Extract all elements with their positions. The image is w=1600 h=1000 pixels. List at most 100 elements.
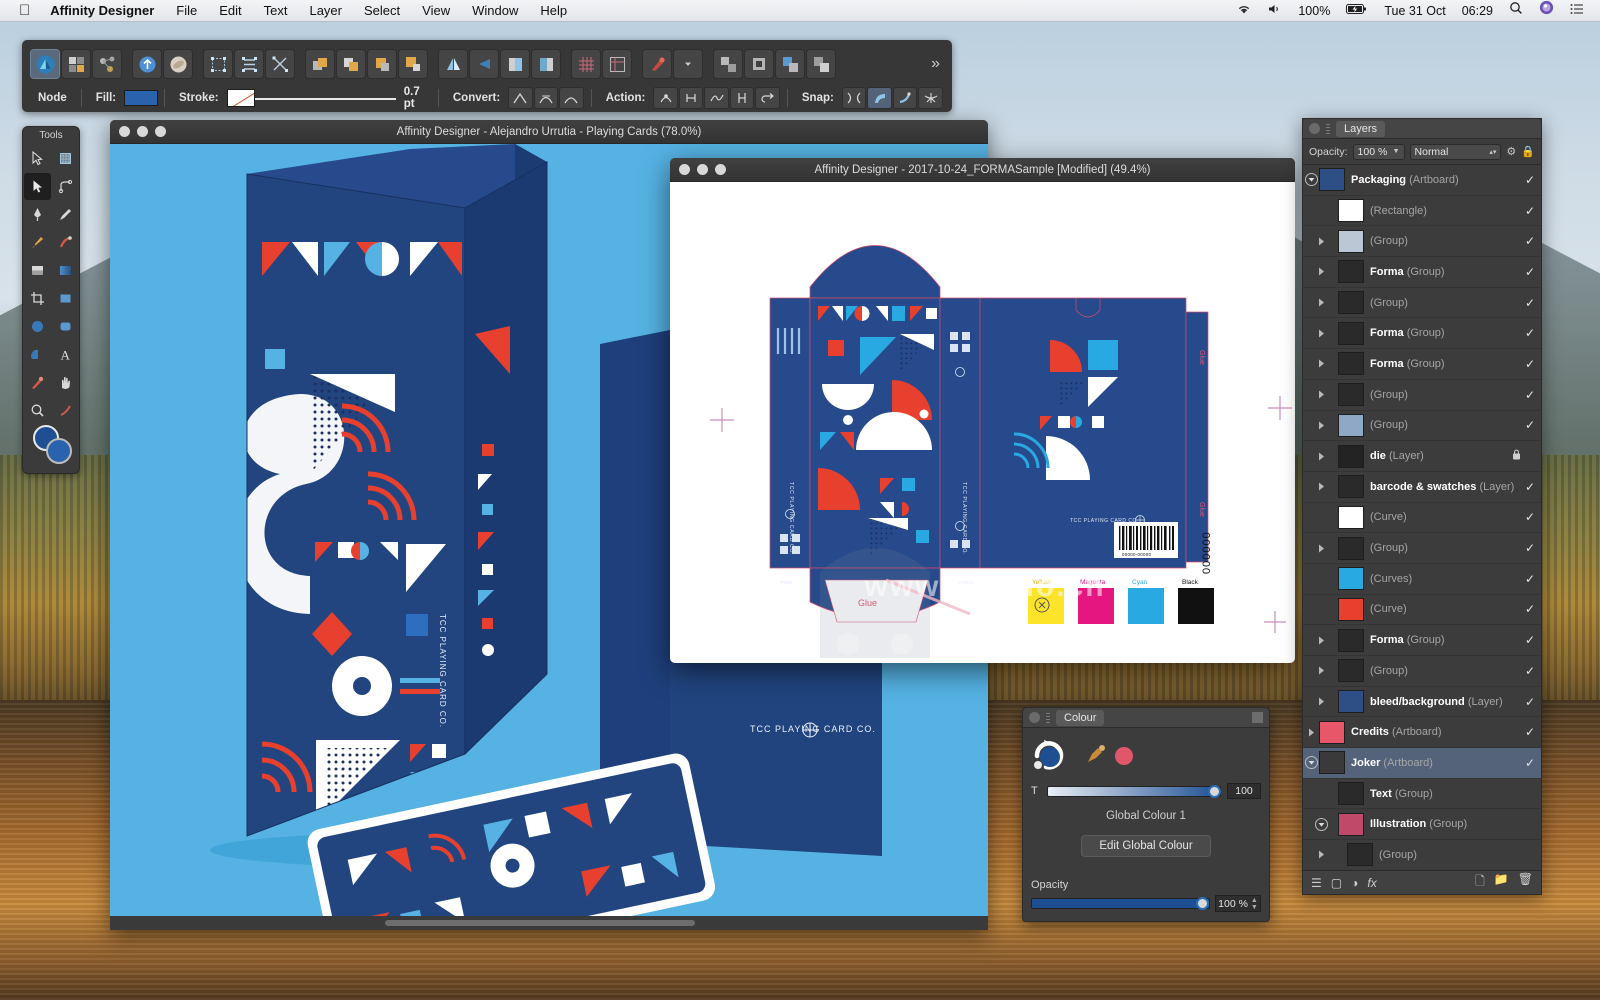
document-setup-icon[interactable]	[265, 49, 295, 79]
layer-visibility-checkbox[interactable]: ✓	[1523, 541, 1537, 555]
brush-tool-icon[interactable]	[24, 229, 51, 256]
action-smooth-curve-icon[interactable]	[704, 87, 729, 109]
opacity-value[interactable]: 100 % ▲ ▼	[1215, 895, 1261, 912]
pixel-persona-icon[interactable]	[61, 49, 91, 79]
layer-effects-icon[interactable]: ☰	[1311, 876, 1322, 890]
zoom-button[interactable]	[715, 164, 726, 175]
mask-icon[interactable]	[775, 49, 805, 79]
menu-window[interactable]: Window	[461, 0, 529, 22]
layers-lock-icon[interactable]: 🔒	[1521, 145, 1535, 158]
boolean-subtract-icon[interactable]	[531, 49, 561, 79]
minimize-button[interactable]	[697, 164, 708, 175]
layer-row[interactable]: Illustration (Group)	[1303, 809, 1541, 841]
doc1-scroll-thumb[interactable]	[385, 920, 695, 926]
tint-slider-knob[interactable]	[1208, 784, 1221, 798]
layer-visibility-checkbox[interactable]: ✓	[1523, 265, 1537, 279]
menu-edit[interactable]: Edit	[208, 0, 252, 22]
app-toolbar[interactable]: » Node Fill: Stroke: 0.7 pt Convert: Act…	[22, 40, 952, 112]
eyedropper-icon[interactable]	[1085, 743, 1107, 768]
menu-layer[interactable]: Layer	[298, 0, 353, 22]
action-close-curve-icon[interactable]	[729, 87, 755, 109]
chevron-right-icon[interactable]	[1313, 696, 1329, 707]
pencil-tool-icon[interactable]	[52, 201, 79, 228]
layer-row[interactable]: (Group) ✓	[1303, 533, 1541, 564]
chevron-right-icon[interactable]	[1313, 635, 1329, 646]
shape-tool-icon[interactable]	[24, 341, 51, 368]
layer-visibility-checkbox[interactable]: ✓	[1523, 388, 1537, 402]
minimize-button[interactable]	[137, 126, 148, 137]
chevron-right-icon[interactable]	[1313, 665, 1329, 676]
chevron-right-icon[interactable]	[1313, 451, 1329, 462]
chevron-down-icon[interactable]	[1313, 817, 1329, 831]
blend-mode-combo[interactable]: Normal ▴▾	[1409, 143, 1502, 160]
layer-row[interactable]: Forma (Group) ✓	[1303, 349, 1541, 380]
layers-panel[interactable]: Layers Opacity: 100 % ▼ Normal ▴▾ ⚙ 🔒 Pa…	[1302, 118, 1542, 895]
layer-visibility-checkbox[interactable]: ✓	[1523, 602, 1537, 616]
colour-panel-header[interactable]: Colour	[1023, 708, 1269, 728]
view-tool-icon[interactable]	[52, 369, 79, 396]
tint-value[interactable]: 100	[1227, 783, 1261, 799]
arrange-backward-icon[interactable]	[367, 49, 397, 79]
stroke-width-slider[interactable]	[254, 93, 396, 103]
chevron-right-icon[interactable]	[1313, 266, 1329, 277]
layer-row[interactable]: barcode & swatches (Layer) ✓	[1303, 472, 1541, 503]
action-reverse-curve-icon[interactable]	[755, 87, 780, 109]
new-document-icon[interactable]	[132, 49, 162, 79]
new-group-icon[interactable]: 📁	[1494, 872, 1509, 893]
layer-visibility-checkbox[interactable]: ✓	[1523, 725, 1537, 739]
open-document-icon[interactable]	[163, 49, 193, 79]
doc2-window-controls[interactable]	[670, 164, 726, 175]
panel-grip-icon[interactable]	[1046, 712, 1050, 723]
chevron-right-icon[interactable]	[1313, 481, 1329, 492]
align-icon[interactable]	[234, 49, 264, 79]
arrange-front-icon[interactable]	[305, 49, 335, 79]
artboard-tool-icon[interactable]	[52, 145, 79, 172]
flip-vertical-icon[interactable]	[469, 49, 499, 79]
crop-tool-icon[interactable]	[24, 285, 51, 312]
rounded-rectangle-tool-icon[interactable]	[52, 313, 79, 340]
stepper-icon[interactable]: ▴▾	[1489, 148, 1496, 156]
chevron-right-icon[interactable]	[1313, 236, 1329, 247]
chevron-right-icon[interactable]	[1313, 328, 1329, 339]
panel-close-icon[interactable]	[1029, 712, 1040, 723]
layer-visibility-checkbox[interactable]: ✓	[1523, 357, 1537, 371]
ungroup-icon[interactable]	[744, 49, 774, 79]
doc2-canvas[interactable]: TCC PLAYING CARD CO. TCC PLAYING CARD CO…	[670, 182, 1295, 663]
transform-icon[interactable]	[203, 49, 233, 79]
colour-picker-dropdown-icon[interactable]	[673, 49, 703, 79]
layer-visibility-checkbox[interactable]: ✓	[1523, 204, 1537, 218]
layer-row[interactable]: (Curves) ✓	[1303, 564, 1541, 595]
search-icon[interactable]	[1501, 0, 1531, 22]
zoom-tool-icon[interactable]	[24, 397, 51, 424]
opacity-slider[interactable]	[1031, 897, 1210, 910]
chevron-right-icon[interactable]	[1313, 297, 1329, 308]
doc2-titlebar[interactable]: Affinity Designer - 2017-10-24_FORMASamp…	[670, 158, 1295, 182]
layer-row[interactable]: Packaging (Artboard) ✓	[1303, 165, 1541, 196]
colour-panel-tab[interactable]: Colour	[1056, 709, 1105, 726]
layer-visibility-checkbox[interactable]: ✓	[1523, 695, 1537, 709]
menu-help[interactable]: Help	[529, 0, 578, 22]
layer-row[interactable]: (Group) ✓	[1303, 226, 1541, 258]
stroke-width-value[interactable]: 0.7 pt	[396, 86, 432, 110]
chevron-right-icon[interactable]	[1303, 727, 1319, 738]
edit-global-colour-button[interactable]: Edit Global Colour	[1081, 835, 1211, 857]
layer-visibility-checkbox[interactable]: ✓	[1523, 418, 1537, 432]
close-button[interactable]	[679, 164, 690, 175]
menu-view[interactable]: View	[411, 0, 461, 22]
chevron-right-icon[interactable]	[1313, 543, 1329, 554]
ellipse-tool-icon[interactable]	[24, 313, 51, 340]
layer-row[interactable]: (Curve) ✓	[1303, 503, 1541, 534]
colour-well[interactable]	[33, 425, 73, 465]
layer-row[interactable]: die (Layer)	[1303, 441, 1541, 472]
layer-visibility-checkbox[interactable]: ✓	[1523, 756, 1537, 770]
stroke-swatch[interactable]	[226, 89, 255, 107]
layer-row[interactable]: Forma (Group) ✓	[1303, 257, 1541, 288]
document-window-formasample[interactable]: Affinity Designer - 2017-10-24_FORMASamp…	[670, 158, 1295, 663]
doc1-window-controls[interactable]	[110, 126, 166, 137]
export-persona-icon[interactable]	[92, 49, 122, 79]
rectangle-tool-icon[interactable]	[52, 285, 79, 312]
apple-logo-icon[interactable]: 	[10, 0, 39, 22]
layers-panel-header[interactable]: Layers	[1303, 119, 1541, 139]
duplicate-icon[interactable]	[806, 49, 836, 79]
layer-row[interactable]: bleed/background (Layer) ✓	[1303, 687, 1541, 718]
